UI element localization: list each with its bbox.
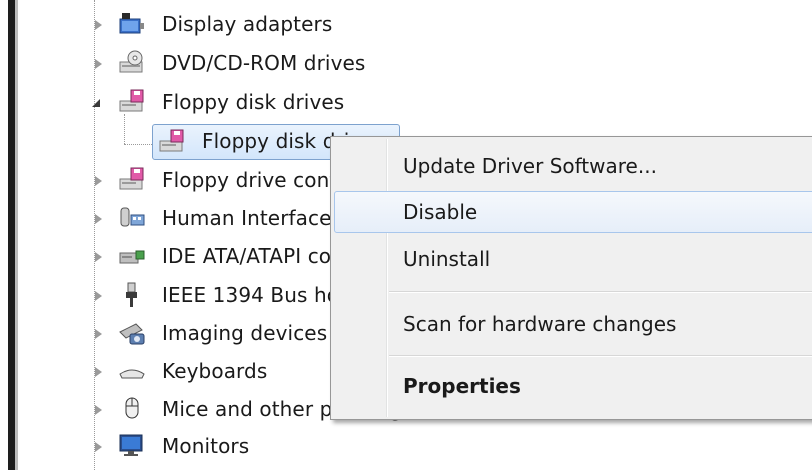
monitor-icon — [119, 434, 143, 456]
floppy-drive-icon — [119, 89, 144, 112]
menu-item-label: Properties — [403, 374, 521, 398]
keyboard-icon — [119, 369, 145, 379]
device-manager-screen: Display adapters DVD/CD-ROM drives Flopp… — [0, 0, 812, 470]
collapse-arrow-icon[interactable] — [90, 97, 102, 109]
tree-item-keyboards[interactable]: Keyboards — [0, 353, 330, 391]
tree-item-display-adapters[interactable]: Display adapters — [0, 6, 360, 44]
menu-item-label: Disable — [403, 200, 478, 224]
tree-item-label: Display adapters — [162, 12, 333, 36]
imaging-device-icon — [119, 323, 145, 345]
tree-item-label: Imaging devices — [162, 321, 328, 345]
expand-arrow-icon[interactable] — [92, 213, 104, 225]
menu-item-update-driver-software[interactable]: Update Driver Software... — [335, 145, 812, 187]
menu-item-label: Update Driver Software... — [403, 154, 657, 178]
hid-icon — [120, 207, 145, 227]
menu-separator — [389, 291, 812, 293]
menu-separator — [389, 355, 812, 357]
tree-item-label: DVD/CD-ROM drives — [162, 51, 366, 75]
tree-item-dvd-cd-rom-drives[interactable]: DVD/CD-ROM drives — [0, 45, 420, 83]
tree-item-label: Floppy disk drives — [162, 90, 345, 114]
menu-item-label: Scan for hardware changes — [403, 312, 677, 336]
expand-arrow-icon[interactable] — [92, 58, 104, 70]
context-menu: Update Driver Software... Disable Uninst… — [330, 136, 812, 420]
menu-item-disable[interactable]: Disable — [334, 191, 812, 233]
tree-item-human-interface-devices[interactable]: Human Interface Devices — [0, 200, 330, 238]
tree-item-floppy-drive-controllers[interactable]: Floppy drive controllers — [0, 162, 330, 200]
dvd-drive-icon — [119, 50, 143, 73]
tree-item-label: Monitors — [162, 434, 250, 458]
expand-arrow-icon[interactable] — [92, 404, 104, 416]
menu-item-properties[interactable]: Properties — [335, 365, 812, 407]
expand-arrow-icon[interactable] — [92, 251, 104, 263]
mouse-icon — [125, 397, 139, 419]
menu-item-label: Uninstall — [403, 247, 491, 271]
tree-item-label: Human Interface Devices — [162, 206, 330, 230]
tree-item-imaging-devices[interactable]: Imaging devices — [0, 315, 330, 353]
expand-arrow-icon[interactable] — [92, 366, 104, 378]
menu-item-scan-for-hardware-changes[interactable]: Scan for hardware changes — [335, 303, 812, 345]
tree-item-label: IEEE 1394 Bus host controllers — [162, 283, 330, 307]
menu-item-uninstall[interactable]: Uninstall — [335, 238, 812, 280]
floppy-drive-icon — [159, 129, 184, 152]
usb-plug-icon — [126, 282, 137, 307]
tree-item-label: Floppy drive controllers — [162, 168, 330, 192]
floppy-drive-icon — [119, 167, 144, 190]
tree-item-label: IDE ATA/ATAPI controllers — [162, 244, 330, 268]
expand-arrow-icon[interactable] — [92, 328, 104, 340]
tree-item-monitors[interactable]: Monitors — [0, 428, 330, 466]
tree-item-label: Keyboards — [162, 359, 268, 383]
display-adapter-icon — [119, 13, 144, 34]
ide-controller-icon — [119, 250, 145, 264]
expand-arrow-icon[interactable] — [92, 290, 104, 302]
expand-arrow-icon[interactable] — [92, 19, 104, 31]
expand-arrow-icon[interactable] — [92, 175, 104, 187]
tree-item-floppy-disk-drives[interactable]: Floppy disk drives — [0, 84, 420, 122]
tree-item-ieee-1394-bus-host-controllers[interactable]: IEEE 1394 Bus host controllers — [0, 277, 330, 315]
expand-arrow-icon[interactable] — [92, 441, 104, 453]
tree-item-ide-ata-atapi-controllers[interactable]: IDE ATA/ATAPI controllers — [0, 238, 330, 276]
